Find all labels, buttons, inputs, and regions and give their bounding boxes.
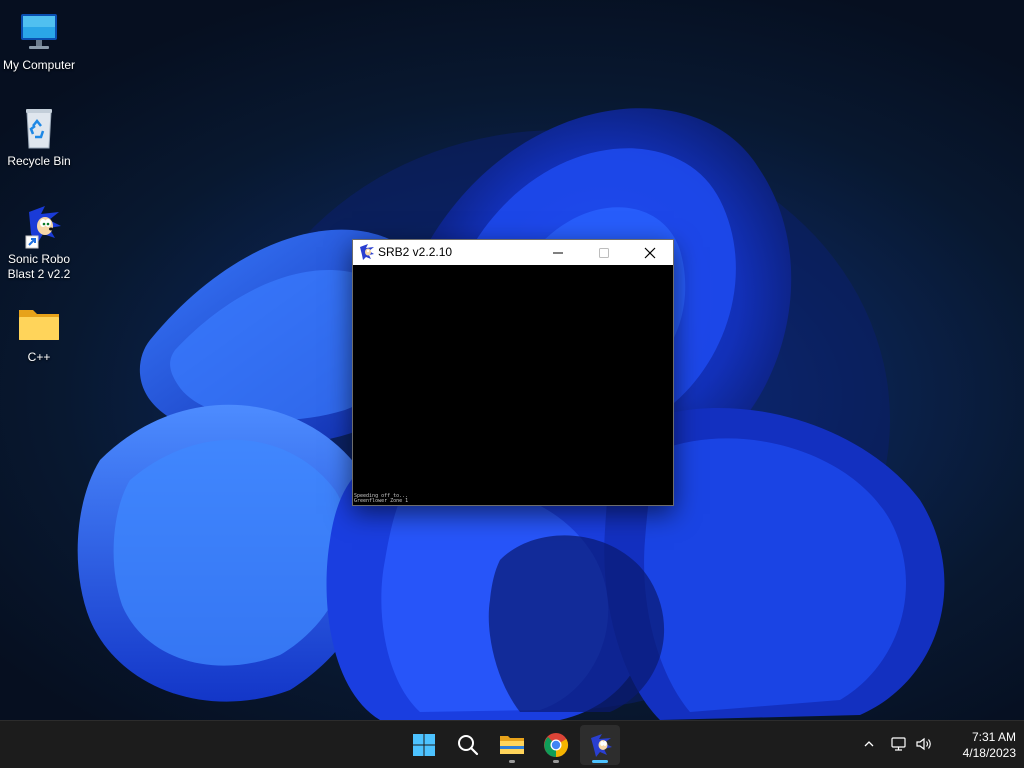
network-icon (891, 737, 906, 751)
close-icon (644, 247, 656, 258)
running-indicator (553, 760, 559, 763)
desktop-icon-label: My Computer (2, 58, 76, 72)
desktop-icon-cpp-folder[interactable]: C++ (0, 300, 78, 365)
volume-icon (916, 737, 931, 751)
taskbar-clock[interactable]: 7:31 AM 4/18/2023 (940, 729, 1016, 761)
sonic-icon (591, 734, 612, 757)
folder-icon (15, 300, 63, 348)
chrome-icon (544, 733, 569, 757)
sonic-icon (357, 243, 375, 261)
srb2-window[interactable]: SRB2 v2.2.10 Speeding off to... Greenflo… (352, 239, 674, 506)
taskbar-srb2[interactable] (580, 725, 620, 765)
search-icon (458, 735, 479, 756)
desktop-icon-label: Recycle Bin (7, 154, 71, 168)
taskbar-chrome[interactable] (536, 725, 576, 765)
sonic-shortcut-icon (15, 202, 63, 250)
maximize-button[interactable] (581, 240, 627, 265)
folder-icon (500, 736, 524, 754)
monitor-icon (15, 8, 63, 56)
recycle-bin-icon (15, 104, 63, 152)
window-title: SRB2 v2.2.10 (378, 245, 453, 259)
console-line: Greenflower Zone 1 (354, 498, 409, 504)
minimize-icon (553, 252, 563, 253)
desktop-icon-label: C++ (27, 350, 51, 364)
close-button[interactable] (627, 240, 673, 265)
game-console-text: Speeding off to... Greenflower Zone 1 (354, 494, 408, 504)
network-button[interactable] (888, 733, 910, 755)
desktop-icon-sonic-robo-blast-2[interactable]: Sonic Robo Blast 2 v2.2 (0, 202, 78, 282)
taskbar-search-button[interactable] (448, 725, 488, 765)
taskbar-file-explorer[interactable] (492, 725, 532, 765)
running-indicator (509, 760, 515, 763)
taskbar: 7:31 AM 4/18/2023 (0, 720, 1024, 768)
desktop-icon-recycle-bin[interactable]: Recycle Bin (0, 104, 78, 169)
desktop-icon-my-computer[interactable]: My Computer (0, 8, 78, 73)
volume-button[interactable] (913, 733, 935, 755)
maximize-icon (599, 247, 609, 258)
minimize-button[interactable] (535, 240, 581, 265)
active-indicator (592, 760, 608, 763)
desktop-icon-label: Sonic Robo Blast 2 v2.2 (7, 252, 71, 281)
taskbar-start-button[interactable] (404, 725, 444, 765)
window-titlebar[interactable]: SRB2 v2.2.10 (353, 240, 673, 265)
chevron-up-icon (864, 741, 874, 747)
show-hidden-icons-button[interactable] (858, 733, 880, 755)
windows-logo-icon (413, 734, 435, 756)
desktop: My Computer Recycle Bin Sonic Robo Blast… (0, 0, 1024, 720)
clock-date: 4/18/2023 (962, 746, 1016, 760)
clock-time: 7:31 AM (971, 730, 1016, 744)
